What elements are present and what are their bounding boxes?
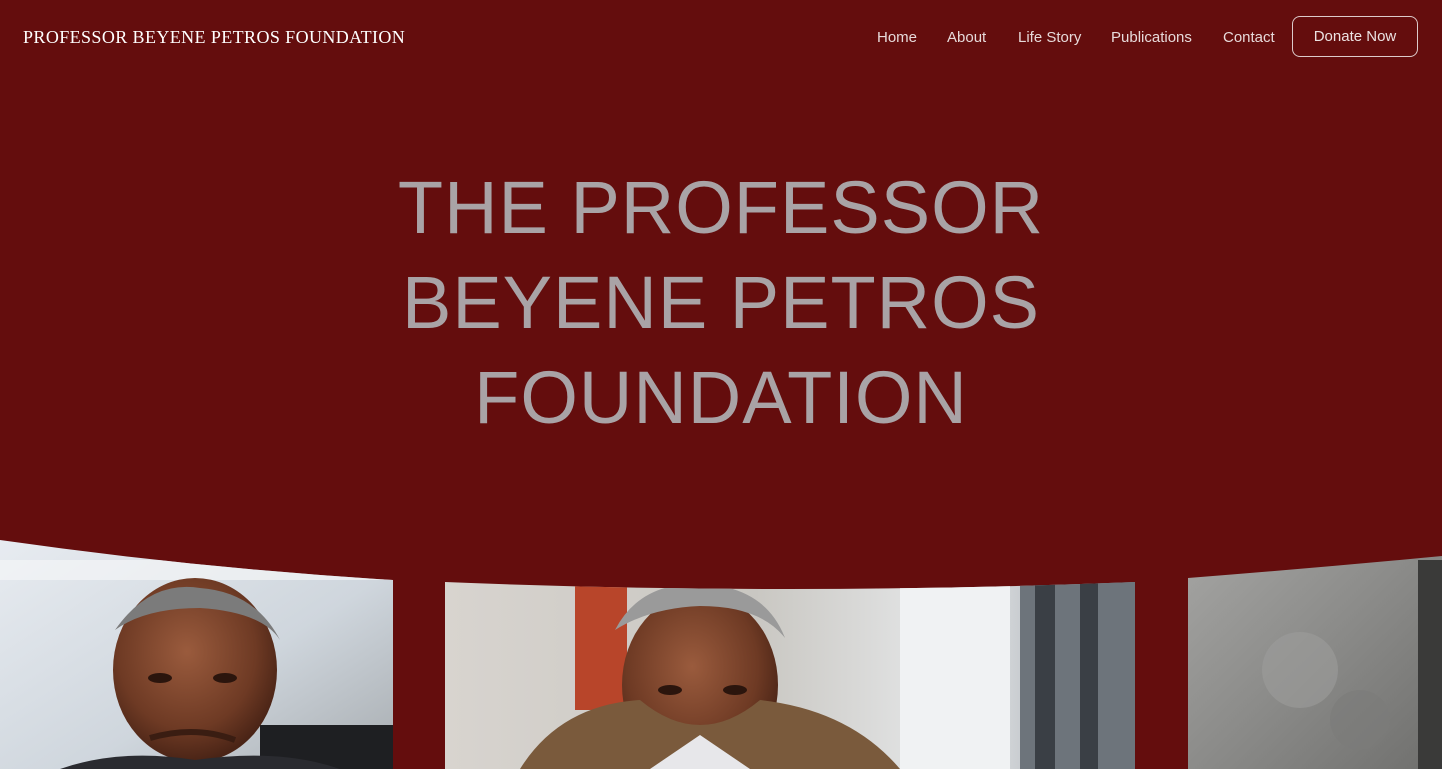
- hero-heading-line-1: THE PROFESSOR: [397, 166, 1045, 249]
- nav-life-story-link[interactable]: Life Story: [1018, 29, 1081, 46]
- donate-now-button[interactable]: Donate Now: [1292, 16, 1418, 57]
- hero-heading-line-3: FOUNDATION: [474, 356, 968, 439]
- photo-left[interactable]: [0, 520, 393, 769]
- nav-contact-link[interactable]: Contact: [1223, 29, 1275, 46]
- photo-center[interactable]: [445, 520, 1135, 769]
- hero-heading-line-2: BEYENE PETROS: [401, 261, 1041, 344]
- nav-publications-link[interactable]: Publications: [1111, 29, 1192, 46]
- photo-carousel[interactable]: [0, 520, 1442, 769]
- hero-heading: THE PROFESSOR BEYENE PETROS FOUNDATION: [0, 160, 1442, 445]
- photo-right[interactable]: [1188, 520, 1442, 769]
- page: PROFESSOR BEYENE PETROS FOUNDATION Home …: [0, 0, 1442, 769]
- nav-home-link[interactable]: Home: [877, 29, 917, 46]
- site-logo-title[interactable]: PROFESSOR BEYENE PETROS FOUNDATION: [23, 27, 405, 48]
- nav-about-link[interactable]: About: [947, 29, 986, 46]
